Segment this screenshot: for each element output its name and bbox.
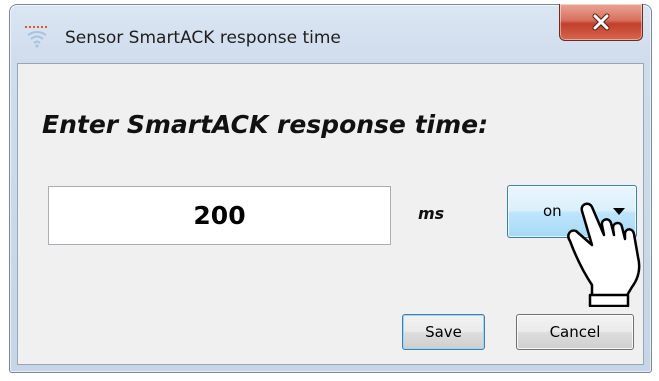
- cancel-button[interactable]: Cancel: [516, 314, 634, 350]
- sensor-wave-icon: [24, 25, 50, 49]
- title-bar[interactable]: Sensor SmartACK response time: [10, 4, 651, 65]
- close-icon: [591, 13, 611, 31]
- response-time-input[interactable]: [48, 186, 391, 245]
- unit-label: ms: [418, 204, 445, 223]
- chevron-down-icon: [613, 208, 625, 215]
- prompt-label: Enter SmartACK response time:: [42, 110, 489, 139]
- close-button[interactable]: [559, 4, 643, 41]
- dialog-window: Sensor SmartACK response time Enter Smar…: [9, 4, 652, 373]
- window-title: Sensor SmartACK response time: [65, 28, 341, 48]
- save-button[interactable]: Save: [402, 314, 485, 350]
- dialog-body: Enter SmartACK response time: ms on Save…: [17, 63, 644, 365]
- mode-dropdown[interactable]: on: [507, 185, 637, 238]
- mode-dropdown-value: on: [543, 202, 562, 220]
